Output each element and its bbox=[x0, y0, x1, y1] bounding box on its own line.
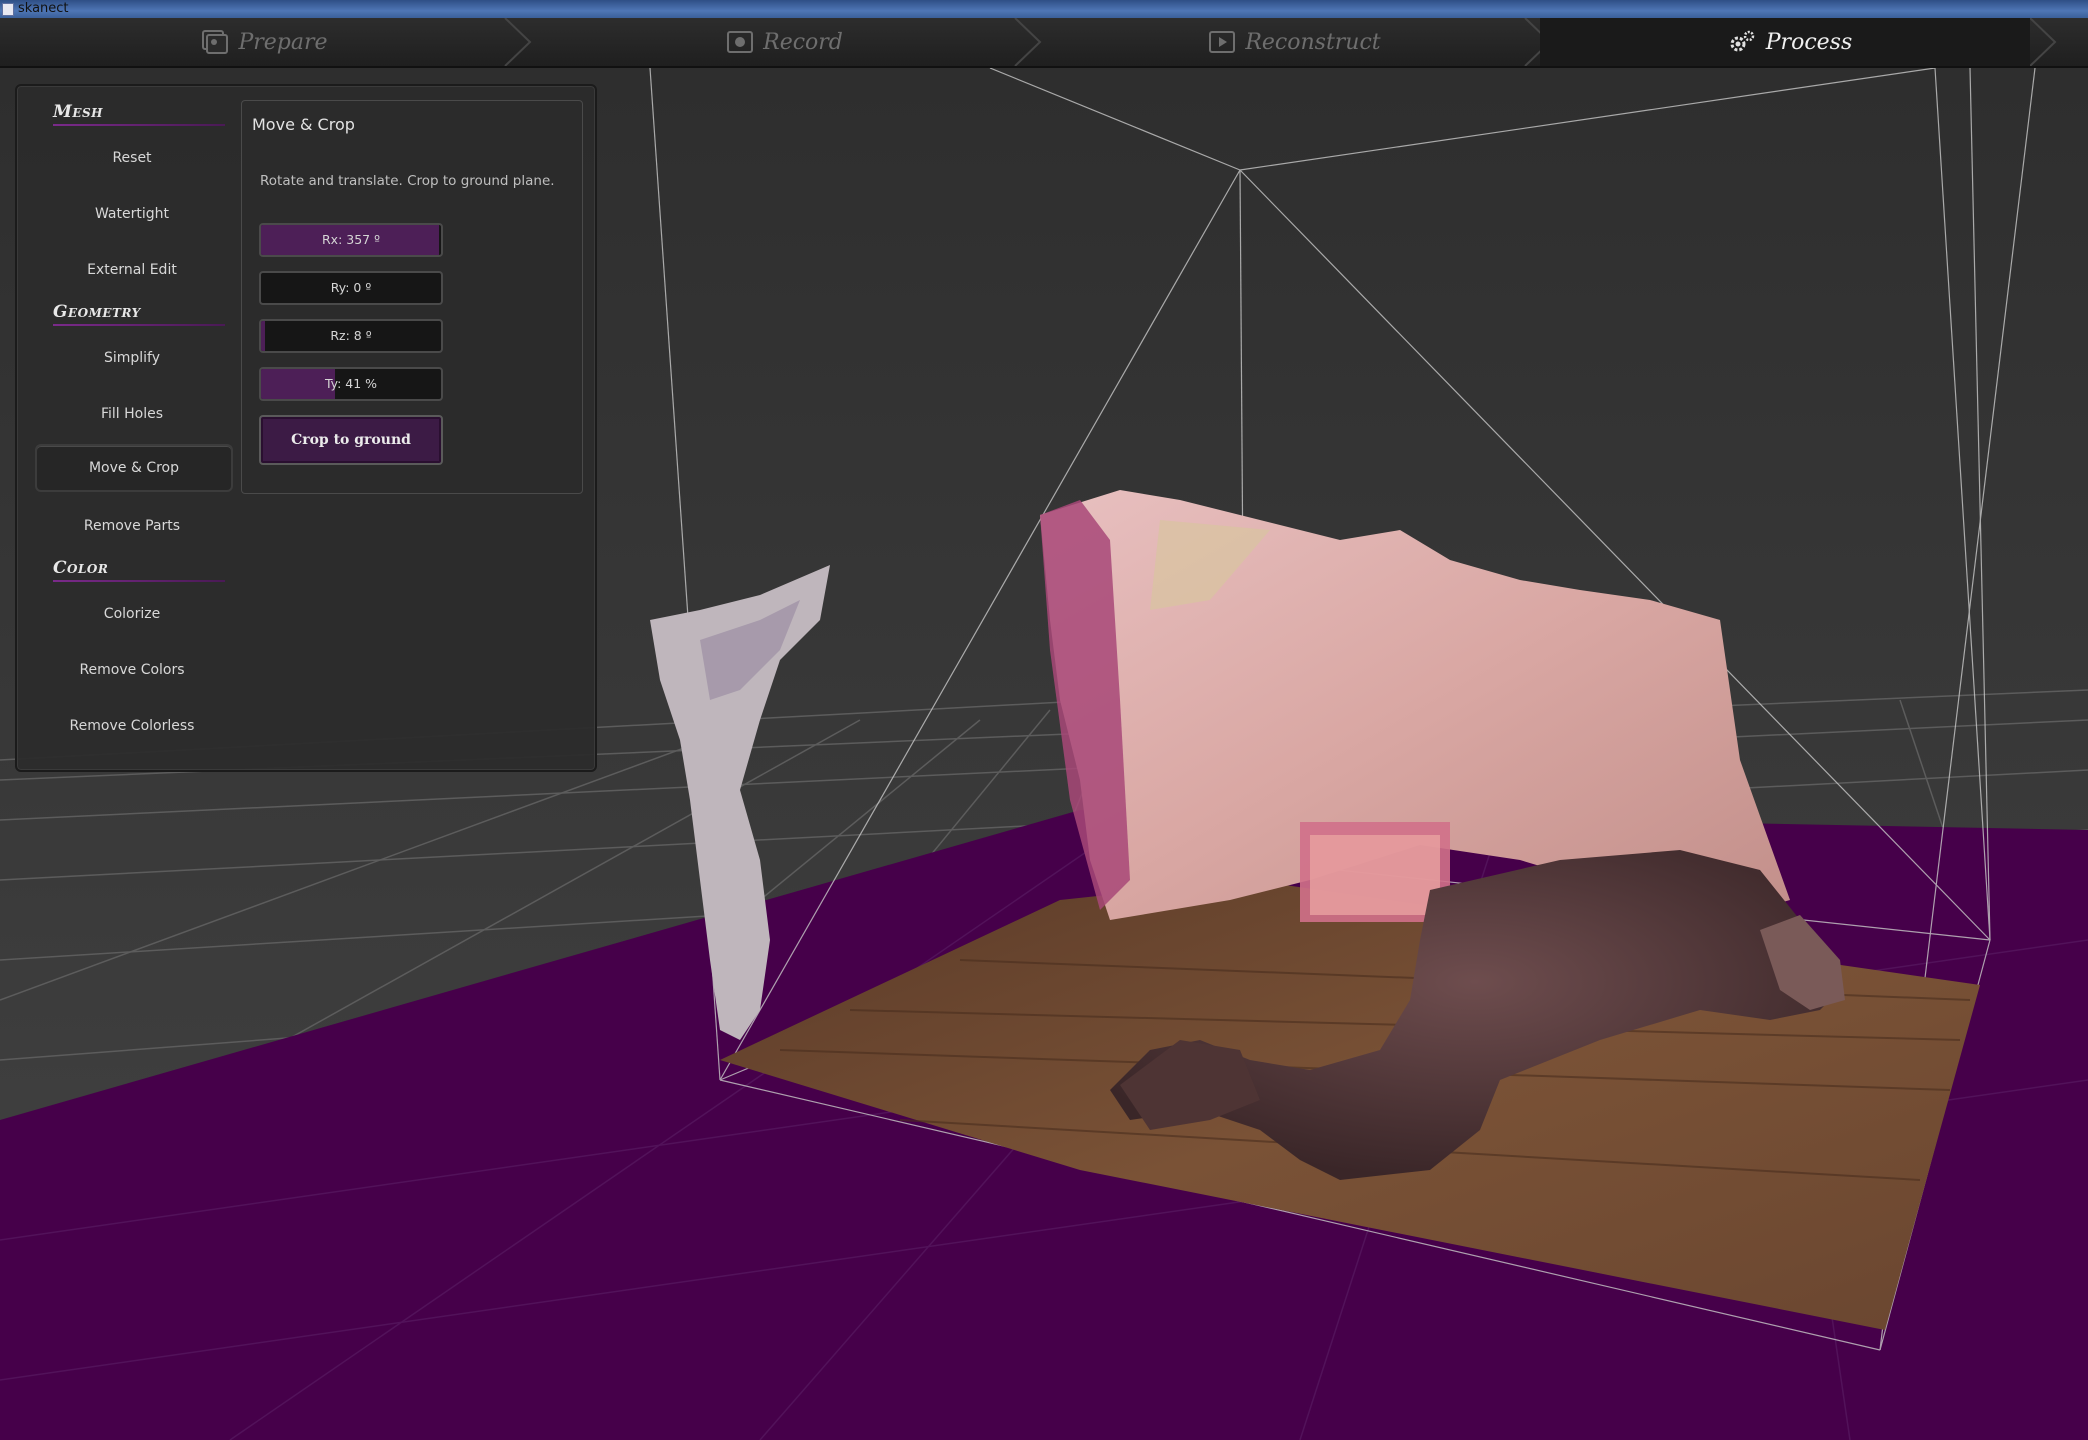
rz-slider[interactable]: Rz: 8 º bbox=[259, 319, 443, 353]
stage-navigation-bar: Prepare Record Reconstruct Process bbox=[0, 18, 2088, 68]
ry-slider-label: Ry: 0 º bbox=[330, 280, 372, 295]
simplify-button[interactable]: Simplify bbox=[35, 334, 229, 382]
section-header-geometry: Geometry bbox=[53, 302, 141, 322]
fill-holes-button[interactable]: Fill Holes bbox=[35, 390, 229, 438]
rz-slider-label: Rz: 8 º bbox=[330, 328, 372, 343]
remove-colorless-button[interactable]: Remove Colorless bbox=[35, 702, 229, 750]
tab-prepare-label: Prepare bbox=[238, 29, 328, 55]
move-crop-panel: Move & Crop Rotate and translate. Crop t… bbox=[241, 100, 583, 494]
move-crop-button[interactable]: Move & Crop bbox=[35, 444, 233, 492]
tab-process[interactable]: Process bbox=[1550, 18, 2030, 66]
tab-prepare[interactable]: Prepare bbox=[0, 18, 530, 66]
tab-reconstruct-label: Reconstruct bbox=[1245, 29, 1381, 55]
tab-record[interactable]: Record bbox=[530, 18, 1040, 66]
tab-process-label: Process bbox=[1765, 29, 1853, 55]
wall-opening-inner bbox=[1310, 835, 1440, 915]
rx-slider[interactable]: Rx: 357 º bbox=[259, 223, 443, 257]
prepare-icon bbox=[202, 30, 229, 54]
film-icon bbox=[1209, 31, 1236, 53]
section-divider bbox=[53, 580, 225, 582]
window-title: skanect bbox=[18, 1, 69, 16]
section-divider bbox=[53, 324, 225, 326]
watertight-button[interactable]: Watertight bbox=[35, 190, 229, 238]
gears-icon bbox=[1730, 30, 1754, 52]
external-edit-button[interactable]: External Edit bbox=[35, 246, 229, 294]
remove-colors-button[interactable]: Remove Colors bbox=[35, 646, 229, 694]
camera-icon bbox=[727, 31, 754, 53]
reset-button[interactable]: Reset bbox=[35, 134, 229, 182]
crop-to-ground-button[interactable]: Crop to ground bbox=[259, 415, 443, 465]
colorize-button[interactable]: Colorize bbox=[35, 590, 229, 638]
panel-title: Move & Crop bbox=[252, 115, 355, 134]
app-icon bbox=[2, 3, 14, 16]
remove-parts-button[interactable]: Remove Parts bbox=[35, 502, 229, 550]
ty-slider-label: Ty: 41 % bbox=[324, 376, 378, 391]
section-header-color: Color bbox=[53, 558, 109, 578]
tab-reconstruct[interactable]: Reconstruct bbox=[1040, 18, 1550, 66]
rx-slider-label: Rx: 357 º bbox=[322, 232, 380, 247]
window-title-bar: skanect bbox=[0, 0, 2088, 18]
tab-record-label: Record bbox=[763, 29, 843, 55]
ty-slider[interactable]: Ty: 41 % bbox=[259, 367, 443, 401]
section-header-mesh: Mesh bbox=[53, 102, 103, 122]
section-divider bbox=[53, 124, 225, 126]
ry-slider[interactable]: Ry: 0 º bbox=[259, 271, 443, 305]
panel-description: Rotate and translate. Crop to ground pla… bbox=[260, 173, 555, 189]
